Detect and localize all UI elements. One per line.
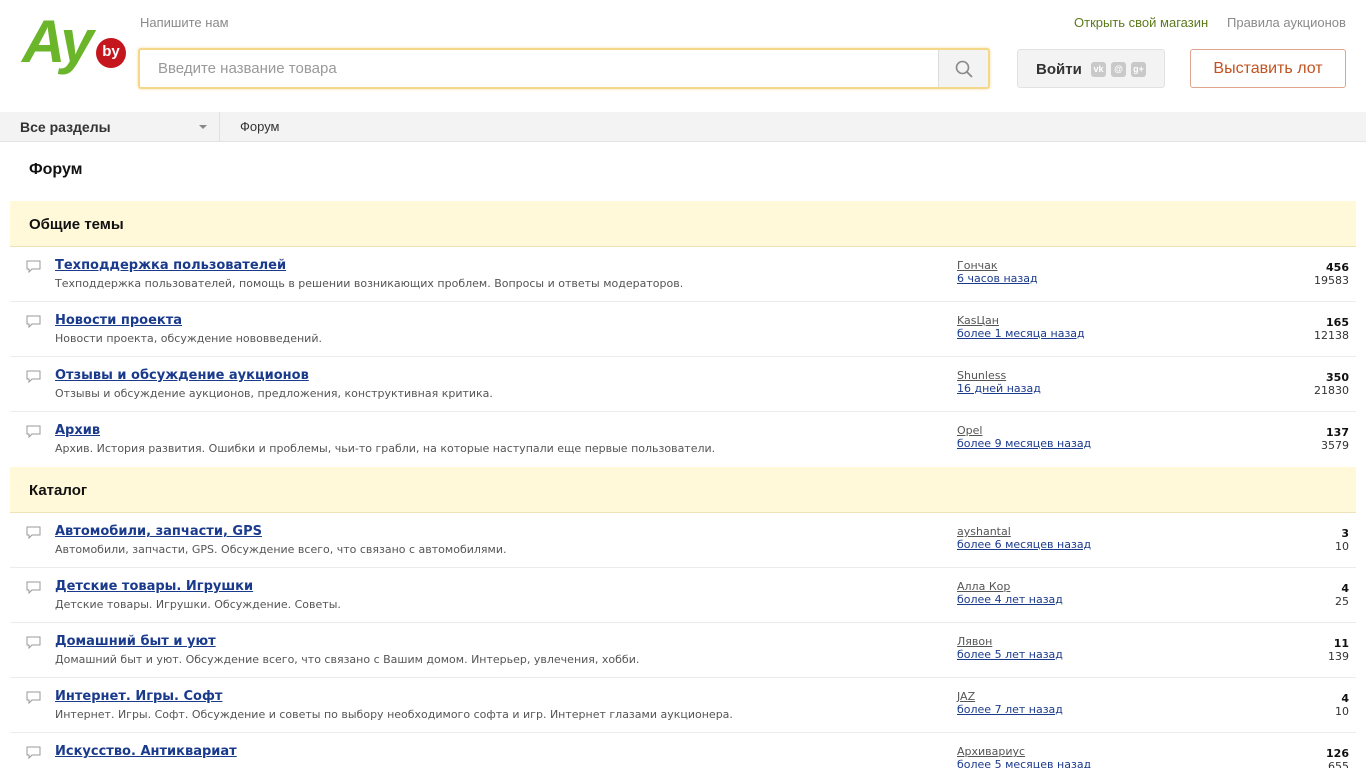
auction-rules-link[interactable]: Правила аукционов	[1227, 15, 1346, 30]
forum-title-link[interactable]: Архив	[55, 423, 100, 438]
post-count: 10	[1335, 540, 1349, 553]
logo-badge: by	[96, 38, 126, 68]
last-post-time[interactable]: более 9 месяцев назад	[957, 437, 1091, 450]
forum-title-link[interactable]: Новости проекта	[55, 313, 182, 328]
site-logo[interactable]: Ay by	[22, 12, 126, 84]
topic-count: 137	[1326, 426, 1349, 439]
forum-description: Архив. История развития. Ошибки и пробле…	[55, 442, 716, 455]
comment-icon	[26, 581, 41, 594]
post-count: 25	[1335, 595, 1349, 608]
all-sections-dropdown[interactable]: Все разделы	[0, 112, 220, 142]
search-button[interactable]	[938, 50, 988, 87]
section-header: Каталог	[10, 467, 1356, 513]
last-post-time[interactable]: более 7 лет назад	[957, 703, 1063, 716]
comment-icon	[26, 746, 41, 759]
forum-row: Искусство. Антиквариат Архивариус более …	[10, 733, 1356, 768]
comment-icon	[26, 691, 41, 704]
post-count: 655	[1328, 760, 1349, 768]
forum-row: Домашний быт и уют Домашний быт и уют. О…	[10, 623, 1356, 678]
forum-description: Домашний быт и уют. Обсуждение всего, чт…	[55, 653, 640, 666]
last-post-author[interactable]: Shunless	[957, 369, 1006, 382]
last-post-author[interactable]: Opel	[957, 424, 982, 437]
site-header: Ay by Напишите нам Войти vk @ g+ Открыть…	[0, 0, 1366, 112]
forum-description: Новости проекта, обсуждение нововведений…	[55, 332, 322, 345]
topic-count: 165	[1326, 316, 1349, 329]
login-label: Войти	[1036, 61, 1082, 78]
topic-count: 3	[1341, 527, 1349, 540]
forum-title-link[interactable]: Отзывы и обсуждение аукционов	[55, 368, 309, 383]
last-post-author[interactable]: Лявон	[957, 635, 992, 648]
last-post-author[interactable]: JAZ	[957, 690, 975, 703]
forum-row: Новости проекта Новости проекта, обсужде…	[10, 302, 1356, 357]
topic-count: 456	[1326, 261, 1349, 274]
post-count: 19583	[1314, 274, 1349, 287]
forum-title-link[interactable]: Интернет. Игры. Софт	[55, 689, 222, 704]
comment-icon	[26, 260, 41, 273]
logo-text: Ay	[22, 8, 94, 75]
login-button[interactable]: Войти vk @ g+	[1017, 49, 1165, 88]
sell-lot-button[interactable]: Выставить лот	[1190, 49, 1346, 88]
forum-description: Автомобили, запчасти, GPS. Обсуждение вс…	[55, 543, 507, 556]
forum-description: Интернет. Игры. Софт. Обсуждение и совет…	[55, 708, 733, 721]
post-count: 12138	[1314, 329, 1349, 342]
write-us-link[interactable]: Напишите нам	[140, 15, 229, 30]
post-count: 3579	[1321, 439, 1349, 452]
last-post-time[interactable]: более 1 месяца назад	[957, 327, 1085, 340]
chevron-down-icon	[199, 125, 207, 129]
comment-icon	[26, 315, 41, 328]
last-post-time[interactable]: 16 дней назад	[957, 382, 1041, 395]
topic-count: 11	[1333, 637, 1349, 650]
topic-count: 350	[1326, 371, 1349, 384]
forum-description: Отзывы и обсуждение аукционов, предложен…	[55, 387, 493, 400]
forum-row: Автомобили, запчасти, GPS Автомобили, за…	[10, 513, 1356, 568]
topic-count: 4	[1341, 582, 1349, 595]
section-title: Общие темы	[29, 216, 124, 233]
post-count: 21830	[1314, 384, 1349, 397]
post-count: 10	[1335, 705, 1349, 718]
mail-icon[interactable]: @	[1111, 62, 1126, 77]
search-icon	[955, 60, 973, 78]
vk-icon[interactable]: vk	[1091, 62, 1106, 77]
comment-icon	[26, 425, 41, 438]
forum-title-link[interactable]: Детские товары. Игрушки	[55, 579, 253, 594]
topic-count: 126	[1326, 747, 1349, 760]
page-title: Форум	[29, 161, 83, 178]
forum-row: Техподдержка пользователей Техподдержка …	[10, 247, 1356, 302]
last-post-author[interactable]: ayshantal	[957, 525, 1011, 538]
last-post-time[interactable]: более 5 месяцев назад	[957, 758, 1091, 768]
forum-title-link[interactable]: Техподдержка пользователей	[55, 258, 286, 273]
section-header: Общие темы	[10, 201, 1356, 247]
all-sections-label: Все разделы	[20, 119, 111, 135]
comment-icon	[26, 636, 41, 649]
last-post-time[interactable]: более 5 лет назад	[957, 648, 1063, 661]
section-title: Каталог	[29, 482, 88, 499]
forum-description: Детские товары. Игрушки. Обсуждение. Сов…	[55, 598, 341, 611]
breadcrumb: Форум	[240, 119, 280, 134]
comment-icon	[26, 526, 41, 539]
forum-row: Интернет. Игры. Софт Интернет. Игры. Соф…	[10, 678, 1356, 733]
forum-row: Детские товары. Игрушки Детские товары. …	[10, 568, 1356, 623]
last-post-time[interactable]: 6 часов назад	[957, 272, 1038, 285]
last-post-author[interactable]: Архивариус	[957, 745, 1025, 758]
google-plus-icon[interactable]: g+	[1131, 62, 1146, 77]
open-shop-link[interactable]: Открыть свой магазин	[1074, 15, 1208, 30]
last-post-time[interactable]: более 6 месяцев назад	[957, 538, 1091, 551]
last-post-time[interactable]: более 4 лет назад	[957, 593, 1063, 606]
forum-title-link[interactable]: Домашний быт и уют	[55, 634, 216, 649]
forum-description: Техподдержка пользователей, помощь в реш…	[55, 277, 684, 290]
breadcrumb-bar: Все разделы Форум	[0, 112, 1366, 142]
post-count: 139	[1328, 650, 1349, 663]
last-post-author[interactable]: Гончак	[957, 259, 998, 272]
search-input[interactable]	[140, 50, 938, 87]
topic-count: 4	[1341, 692, 1349, 705]
last-post-author[interactable]: Алла Кор	[957, 580, 1010, 593]
comment-icon	[26, 370, 41, 383]
search-box	[138, 48, 990, 89]
last-post-author[interactable]: KasЦан	[957, 314, 999, 327]
forum-row: Архив Архив. История развития. Ошибки и …	[10, 412, 1356, 467]
forum-title-link[interactable]: Искусство. Антиквариат	[55, 744, 237, 759]
forum-title-link[interactable]: Автомобили, запчасти, GPS	[55, 524, 262, 539]
forum-row: Отзывы и обсуждение аукционов Отзывы и о…	[10, 357, 1356, 412]
